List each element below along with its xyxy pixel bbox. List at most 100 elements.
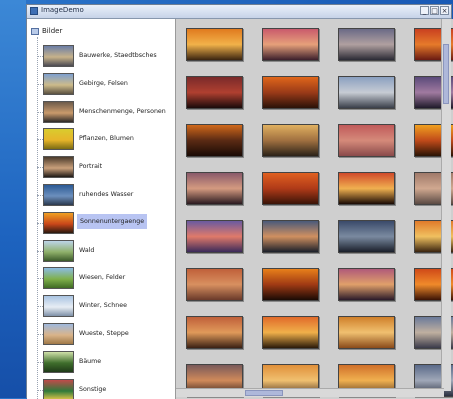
sunset-thumbnail: [186, 316, 243, 349]
desktop-background: [0, 0, 26, 398]
sunset-thumbnail: [338, 316, 395, 349]
tree-item[interactable]: Menschenmenge, Personen: [37, 100, 173, 123]
thumbnail-cell[interactable]: [258, 25, 322, 65]
thumbnail-cell[interactable]: [182, 169, 246, 209]
tree-item[interactable]: Wald: [37, 239, 173, 262]
sunset-thumbnail: [338, 268, 395, 301]
tree-item[interactable]: ruhendes Wasser: [37, 184, 173, 206]
horizontal-scroll-thumb[interactable]: [245, 390, 283, 396]
tree-item[interactable]: Wueste, Steppe: [37, 323, 173, 345]
tree-item-label: Portrait: [79, 163, 103, 171]
vertical-scrollbar[interactable]: [441, 19, 451, 391]
category-thumbnail: [43, 100, 74, 123]
thumbnail-cell[interactable]: [182, 121, 246, 161]
sunset-thumbnail: [262, 124, 319, 157]
sunset-thumbnail: [262, 268, 319, 301]
sunset-thumbnail: [338, 172, 395, 205]
thumbnail-cell[interactable]: [182, 217, 246, 257]
sunset-thumbnail: [338, 28, 395, 61]
thumbnail-cell[interactable]: [182, 265, 246, 305]
sunset-thumbnail: [262, 220, 319, 253]
sunset-thumbnail: [186, 220, 243, 253]
thumbnail-cell[interactable]: [334, 73, 398, 113]
tree-item-label: Bäume: [79, 357, 102, 365]
tree-item-label: Sonnenuntergaenge: [77, 213, 148, 229]
thumbnail-cell[interactable]: [258, 265, 322, 305]
tree-item-label: Menschenmenge, Personen: [79, 107, 166, 115]
minimize-button[interactable]: _: [420, 6, 429, 15]
category-thumbnail: [43, 295, 74, 318]
title-bar[interactable]: ImageDemo _ □ ×: [27, 5, 451, 19]
thumbnail-cell[interactable]: [258, 169, 322, 209]
tree-item[interactable]: Portrait: [37, 156, 173, 179]
tree-item-label: Wueste, Steppe: [79, 330, 129, 337]
tree-item[interactable]: Pflanzen, Blumen: [37, 128, 173, 151]
category-thumbnail: [43, 378, 74, 399]
folder-icon: [31, 27, 39, 35]
tree-item[interactable]: Wiesen, Felder: [37, 267, 173, 290]
tree-item-label: ruhendes Wasser: [79, 191, 134, 198]
sunset-thumbnail: [262, 28, 319, 61]
category-tree[interactable]: Bilder Bauwerke, Staedtbsches Gebirge, Fe…: [27, 19, 176, 399]
window-controls: _ □ ×: [420, 6, 449, 15]
thumbnail-cell[interactable]: [258, 73, 322, 113]
category-thumbnail: [43, 350, 74, 373]
tree-item[interactable]: Sonnenuntergaenge: [37, 211, 173, 234]
thumbnail-cell[interactable]: [258, 217, 322, 257]
category-thumbnail: [43, 156, 74, 179]
image-demo-window: ImageDemo _ □ × Bilder Bauwerke, Staedtb…: [26, 4, 453, 399]
category-thumbnail: [43, 267, 74, 290]
thumbnail-cell[interactable]: [334, 121, 398, 161]
tree-item[interactable]: Bäume: [37, 350, 173, 373]
sunset-thumbnail: [338, 76, 395, 109]
category-thumbnail: [43, 323, 74, 345]
maximize-button[interactable]: □: [430, 6, 439, 15]
sunset-thumbnail: [186, 268, 243, 301]
tree-root-label: Bilder: [42, 27, 63, 35]
category-thumbnail: [43, 211, 74, 234]
window-title: ImageDemo: [41, 6, 84, 14]
thumbnail-grid: [182, 25, 453, 399]
thumbnail-cell[interactable]: [334, 265, 398, 305]
sunset-thumbnail: [262, 172, 319, 205]
tree-item[interactable]: Gebirge, Felsen: [37, 72, 173, 95]
category-thumbnail: [43, 184, 74, 206]
sunset-thumbnail: [338, 220, 395, 253]
tree-item-label: Wiesen, Felder: [79, 274, 126, 282]
sunset-thumbnail: [186, 124, 243, 157]
close-button[interactable]: ×: [440, 6, 449, 15]
tree-item[interactable]: Bauwerke, Staedtbsches: [37, 45, 173, 67]
sunset-thumbnail: [186, 76, 243, 109]
sunset-thumbnail: [262, 316, 319, 349]
tree-item-label: Pflanzen, Blumen: [79, 135, 134, 143]
category-thumbnail: [43, 72, 74, 95]
vertical-scroll-thumb[interactable]: [443, 43, 449, 104]
app-icon: [30, 7, 38, 15]
category-thumbnail: [43, 45, 74, 67]
tree-root[interactable]: Bilder: [31, 27, 62, 35]
thumbnail-cell[interactable]: [334, 313, 398, 353]
category-thumbnail: [43, 239, 74, 262]
thumbnail-cell[interactable]: [334, 217, 398, 257]
sunset-thumbnail: [262, 76, 319, 109]
thumbnail-cell[interactable]: [334, 169, 398, 209]
thumbnail-gallery[interactable]: [176, 19, 453, 399]
sunset-thumbnail: [186, 172, 243, 205]
horizontal-scrollbar[interactable]: [176, 388, 444, 397]
tree-item-label: Gebirge, Felsen: [79, 79, 128, 87]
tree-item-label: Bauwerke, Staedtbsches: [79, 52, 157, 59]
thumbnail-cell[interactable]: [258, 313, 322, 353]
tree-item-label: Winter, Schnee: [79, 302, 127, 310]
sunset-thumbnail: [338, 124, 395, 157]
thumbnail-cell[interactable]: [182, 313, 246, 353]
thumbnail-cell[interactable]: [182, 73, 246, 113]
category-thumbnail: [43, 128, 74, 151]
thumbnail-cell[interactable]: [258, 121, 322, 161]
tree-item-label: Wald: [79, 246, 95, 254]
thumbnail-cell[interactable]: [182, 25, 246, 65]
thumbnail-cell[interactable]: [334, 25, 398, 65]
tree-item-label: Sonstige: [79, 385, 107, 393]
tree-item[interactable]: Sonstige: [37, 378, 173, 399]
sunset-thumbnail: [186, 28, 243, 61]
tree-item[interactable]: Winter, Schnee: [37, 295, 173, 318]
